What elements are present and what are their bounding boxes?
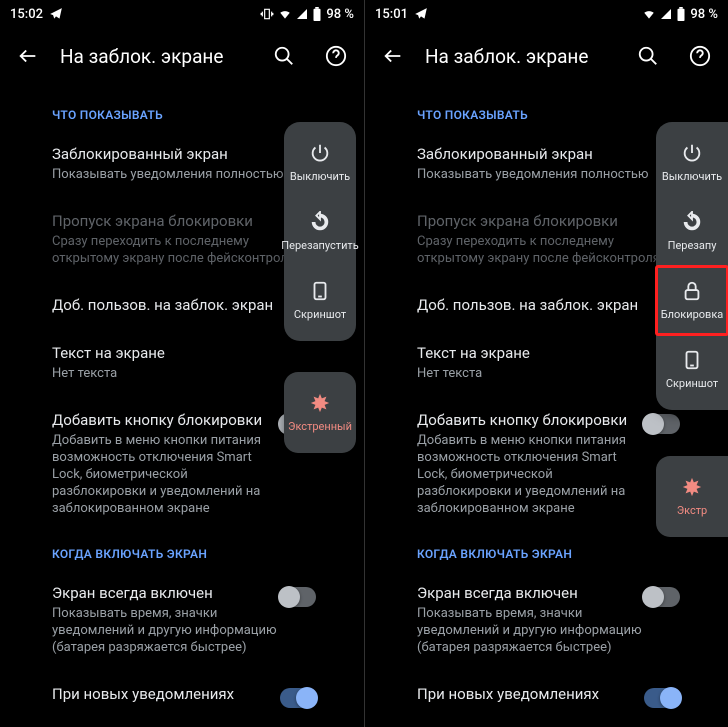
battery-pct: 98 %: [326, 7, 354, 22]
restart-icon: [309, 211, 331, 233]
battery-pct: 98 %: [690, 7, 718, 22]
emergency-icon: [309, 392, 331, 414]
toggle-aod[interactable]: [644, 587, 680, 607]
section-when: КОГДА ВКЛЮЧАТЬ ЭКРАН: [0, 531, 364, 569]
clock: 15:01: [375, 7, 408, 22]
search-button[interactable]: [264, 36, 304, 76]
power-restart[interactable]: Перезапу: [656, 197, 728, 266]
telegram-icon: [414, 7, 428, 21]
wifi-icon: [278, 7, 292, 21]
battery-icon: [312, 7, 322, 21]
power-emergency-card: Экстренный: [284, 372, 356, 453]
lock-icon: [681, 280, 703, 302]
back-button[interactable]: [373, 36, 413, 76]
power-emergency[interactable]: Экстренный: [284, 378, 356, 447]
app-bar: На заблок. экране: [0, 28, 364, 84]
back-button[interactable]: [8, 36, 48, 76]
help-button[interactable]: [680, 36, 720, 76]
item-new-notif[interactable]: При новых уведомлениях: [365, 670, 728, 722]
power-restart[interactable]: Перезапустить: [284, 197, 356, 266]
power-screenshot[interactable]: Скриншот: [656, 335, 728, 404]
item-always-on[interactable]: Экран всегда включен Показывать время, з…: [365, 569, 728, 670]
power-menu: Выключить Перезапу Блокировка Скриншот: [656, 122, 728, 410]
search-button[interactable]: [628, 36, 668, 76]
status-bar: 15:02 98 %: [0, 0, 364, 28]
phone-right: 15:01 98 % На заблок. экране ЧТО ПОКАЗЫВ…: [364, 0, 728, 727]
power-icon: [681, 142, 703, 164]
vibrate-icon: [260, 7, 274, 21]
help-button[interactable]: [316, 36, 356, 76]
power-emergency[interactable]: Экстр: [656, 462, 728, 531]
power-screenshot[interactable]: Скриншот: [284, 266, 356, 335]
restart-icon: [681, 211, 703, 233]
power-off[interactable]: Выключить: [284, 128, 356, 197]
page-title: На заблок. экране: [60, 45, 252, 68]
power-icon: [309, 142, 331, 164]
toggle-lock-button[interactable]: [644, 414, 680, 434]
battery-icon: [676, 7, 686, 21]
power-emergency-card: Экстр: [656, 456, 728, 537]
telegram-icon: [49, 7, 63, 21]
power-menu: Выключить Перезапустить Скриншот: [284, 122, 356, 341]
power-lockdown[interactable]: Блокировка: [656, 266, 728, 335]
page-title: На заблок. экране: [425, 45, 616, 68]
item-always-on[interactable]: Экран всегда включен Показывать время, з…: [0, 569, 364, 670]
phone-left: 15:02 98 % На заблок. экране ЧТО ПОКАЗЫВ…: [0, 0, 364, 727]
screenshot-icon: [309, 280, 331, 302]
emergency-icon: [681, 476, 703, 498]
power-off[interactable]: Выключить: [656, 128, 728, 197]
toggle-aod[interactable]: [280, 587, 316, 607]
clock: 15:02: [10, 7, 43, 22]
status-bar: 15:01 98 %: [365, 0, 728, 28]
toggle-new-notif[interactable]: [644, 688, 680, 708]
wifi-icon: [642, 7, 656, 21]
item-new-notif[interactable]: При новых уведомлениях: [0, 670, 364, 722]
signal-icon: [296, 8, 308, 20]
app-bar: На заблок. экране: [365, 28, 728, 84]
signal-icon: [660, 8, 672, 20]
screenshot-icon: [681, 349, 703, 371]
toggle-new-notif[interactable]: [280, 688, 316, 708]
